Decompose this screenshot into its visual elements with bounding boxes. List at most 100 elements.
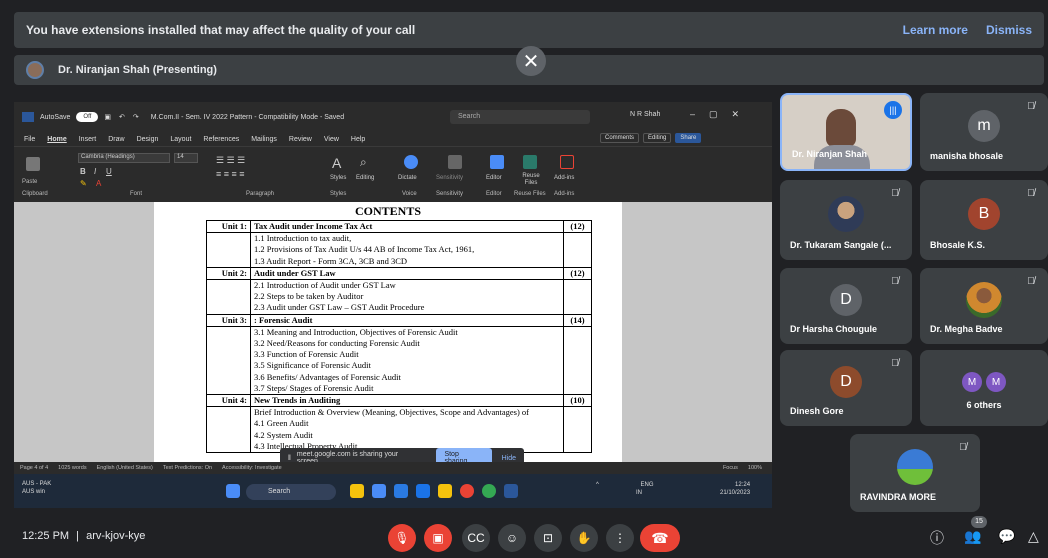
participant-name: Dr. Niranjan Shah [792,149,868,159]
end-call-button[interactable]: ☎ [640,524,680,552]
taskbar-app-icon[interactable] [350,484,364,498]
menu-insert[interactable]: Insert [79,136,97,143]
chat-icon[interactable]: 💬 [998,528,1015,545]
participant-tile-manisha[interactable]: 🎙̸ m manisha bhosale [920,93,1048,171]
menu-design[interactable]: Design [137,136,159,143]
window-controls[interactable]: –▢✕ [690,109,753,120]
zoom-level: 100% [747,465,762,471]
chrome-icon[interactable] [460,484,474,498]
paragraph-group: ☰ ☰ ☰ ≡ ≡ ≡ ≡ Paragraph [210,151,320,199]
menu-view[interactable]: View [324,136,339,143]
share-button[interactable]: Share [675,133,702,143]
editing-ribbon-button[interactable]: Editing [356,175,374,181]
italic-icon[interactable]: I [94,167,96,176]
participant-tile-harsha[interactable]: 🎙̸ D Dr Harsha Chougule [780,268,912,344]
reuse-files-button[interactable]: Reuse Files [517,173,545,187]
participant-tile-niranjan[interactable]: ||| Dr. Niranjan Shah [780,93,912,171]
undo-icon[interactable]: ↶ [119,113,125,121]
unit-number: Unit 4: [206,394,251,408]
editing-button[interactable]: Editing [643,133,672,143]
comments-button[interactable]: Comments [600,133,640,143]
people-icon[interactable]: 👥 [964,528,981,545]
word-taskbar-icon[interactable] [504,484,518,498]
font-name-select[interactable]: Cambria (Headings) [78,153,170,163]
activities-icon[interactable]: △ [1028,528,1039,545]
weather-widget[interactable]: AUS - PAK AUS win [22,480,51,496]
menu-mailings[interactable]: Mailings [251,136,277,143]
unit-item: 1.2 Provisions of Tax Audit U/s 44 AB of… [254,244,475,255]
paste-icon[interactable] [26,157,40,171]
taskbar-app-icon[interactable] [372,484,386,498]
windows-start-icon[interactable] [226,484,240,498]
raise-hand-button[interactable]: ✋ [570,524,598,552]
list-icon[interactable]: ☰ ☰ ☰ [216,155,245,166]
learn-more-link[interactable]: Learn more [903,23,968,37]
more-options-button[interactable]: ⋮ [606,524,634,552]
hide-button[interactable]: Hide [502,455,516,462]
microphone-icon[interactable] [404,155,418,169]
menu-home[interactable]: Home [47,136,66,143]
taskbar-app-icon[interactable] [482,484,496,498]
participant-tile-ravindra[interactable]: 🎙̸ RAVINDRA MORE [850,434,980,512]
taskbar-app-icon[interactable] [438,484,452,498]
blank-cell [206,406,251,454]
sensitivity-group: Sensitivity Sensitivity [434,151,478,199]
sensitivity-button[interactable]: Sensitivity [436,175,463,181]
redo-icon[interactable]: ↷ [133,113,139,121]
add-ins-icon[interactable] [560,155,574,169]
participant-count-badge: 15 [971,516,987,528]
participant-tile-dinesh[interactable]: 🎙̸ D Dinesh Gore [780,350,912,426]
unit-row: Unit 1: Tax Audit under Income Tax Act (12… [206,219,592,234]
participant-tile-others[interactable]: M M 6 others [920,350,1048,426]
presenter-label: Dr. Niranjan Shah (Presenting) [58,64,217,76]
menu-help[interactable]: Help [351,136,365,143]
menu-file[interactable]: File [24,136,35,143]
font-size-select[interactable]: 14 [174,153,198,163]
menu-draw[interactable]: Draw [108,136,124,143]
emoji-button[interactable]: ☺ [498,524,526,552]
find-icon[interactable]: ⌕ [360,155,367,170]
add-ins-button[interactable]: Add-ins [554,175,574,181]
save-icon[interactable]: ▣ [104,113,111,121]
captions-button[interactable]: CC [462,524,490,552]
info-icon[interactable]: ⓘ [930,528,944,548]
editor-button[interactable]: Editor [486,175,502,181]
camera-off-button[interactable]: ▣ [424,524,452,552]
menu-review[interactable]: Review [289,136,312,143]
styles-button[interactable]: Styles [330,175,346,181]
tray-chevron-icon[interactable]: ^ [596,482,599,488]
sensitivity-icon[interactable] [448,155,462,169]
dismiss-button[interactable]: Dismiss [986,23,1032,37]
styles-icon[interactable]: A [332,155,341,171]
bold-icon[interactable]: B [80,167,86,176]
taskbar-app-icon[interactable] [416,484,430,498]
participant-tile-megha[interactable]: 🎙̸ Dr. Megha Badve [920,268,1048,344]
unit-item: 3.1 Meaning and Introduction, Objectives… [254,326,458,337]
underline-icon[interactable]: U [106,167,112,176]
menu-layout[interactable]: Layout [170,136,191,143]
focus-button[interactable]: Focus [723,465,738,471]
taskbar-app-icon[interactable] [394,484,408,498]
highlight-icon[interactable]: ✎ [80,179,87,188]
dictate-button[interactable]: Dictate [398,175,417,181]
taskbar-search[interactable]: Search [246,484,336,500]
editor-label: Editor [486,191,502,197]
participant-tile-tukaram[interactable]: 🎙̸ Dr. Tukaram Sangale (... [780,180,912,260]
reuse-files-icon[interactable] [523,155,537,169]
word-search-input[interactable]: Search [450,110,590,124]
system-tray[interactable]: ^ ENG [596,482,654,488]
close-icon[interactable]: ✕ [516,46,546,76]
align-icon[interactable]: ≡ ≡ ≡ ≡ [216,169,245,179]
participant-tile-bhosale[interactable]: 🎙̸ B Bhosale K.S. [920,180,1048,260]
present-button[interactable]: ⊡ [534,524,562,552]
menu-references[interactable]: References [203,136,239,143]
unit-hours: (10) [563,394,592,408]
mic-off-button[interactable]: 🎙 [388,524,416,552]
editor-icon[interactable] [490,155,504,169]
mic-off-icon: 🎙̸ [891,358,899,369]
font-color-icon[interactable]: A [96,179,101,188]
unit-item: 3.2 Need/Reasons for conducting Forensic… [254,338,420,349]
autosave-toggle[interactable]: Off [76,112,99,122]
unit-items-row: 2.1 Introduction of Audit under GST Law 2… [206,279,592,315]
word-user-name: N R Shah [630,111,661,118]
